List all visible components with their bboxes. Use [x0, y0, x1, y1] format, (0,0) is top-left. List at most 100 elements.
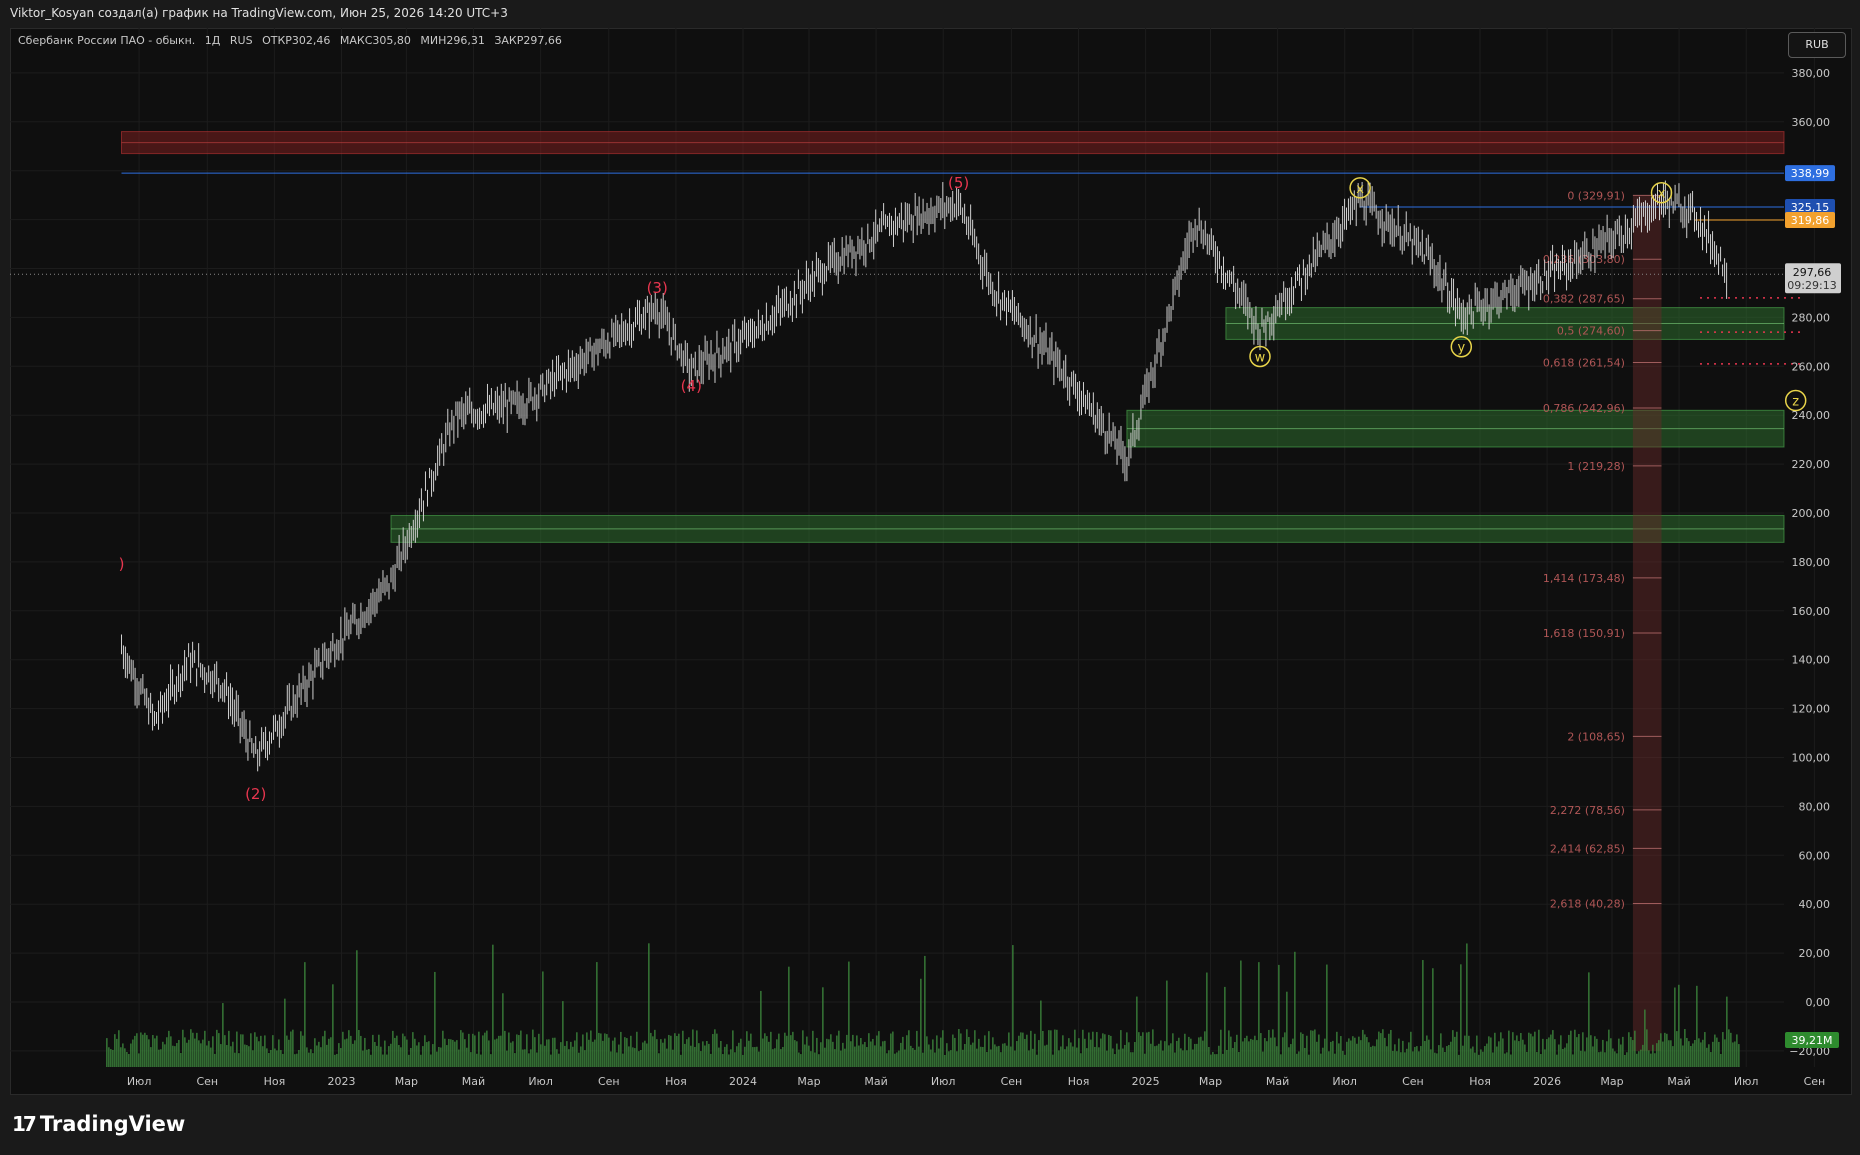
volume-bar	[266, 1048, 268, 1067]
volume-bar	[858, 1045, 860, 1067]
volume-bar	[1088, 1032, 1090, 1067]
volume-bar	[1606, 1041, 1608, 1067]
volume-bar	[352, 1043, 354, 1067]
volume-bar	[1262, 1051, 1264, 1067]
volume-bar	[1684, 1029, 1686, 1067]
volume-bar	[850, 1041, 852, 1067]
volume-bar	[198, 1040, 200, 1067]
volume-bar	[1080, 1053, 1082, 1067]
y-axis-label: 120,00	[1792, 703, 1831, 716]
volume-bar	[1090, 1039, 1092, 1067]
symbol-interval[interactable]: 1Д	[205, 34, 221, 47]
volume-bar	[1386, 1046, 1388, 1067]
volume-bar	[1482, 1051, 1484, 1067]
volume-bar	[1240, 960, 1242, 1067]
volume-bar	[1310, 1030, 1312, 1067]
volume-bar	[120, 1047, 122, 1067]
tradingview-logo-text: TradingView	[39, 1112, 186, 1136]
volume-bar	[920, 978, 922, 1067]
volume-bar	[1318, 1034, 1320, 1067]
volume-bar	[1278, 964, 1280, 1067]
fib-level-label: 1,618 (150,91)	[1543, 627, 1625, 640]
volume-bar	[1274, 1037, 1276, 1067]
fib-level-label: 2 (108,65)	[1567, 730, 1625, 743]
volume-bar	[620, 1031, 622, 1067]
volume-bar	[364, 1037, 366, 1067]
volume-bar	[1016, 1041, 1018, 1067]
currency-button[interactable]: RUB	[1788, 32, 1846, 58]
volume-bar	[308, 1052, 310, 1067]
volume-bar	[1338, 1043, 1340, 1067]
volume-bar	[934, 1052, 936, 1067]
volume-bar	[1032, 1048, 1034, 1067]
volume-bar	[1074, 1029, 1076, 1067]
volume-bar	[1296, 1053, 1298, 1067]
volume-bar	[664, 1038, 666, 1067]
volume-bar	[834, 1049, 836, 1067]
volume-bar	[202, 1039, 204, 1067]
volume-bar	[108, 1047, 110, 1067]
volume-bar	[1028, 1050, 1030, 1067]
y-axis-label: 240,00	[1792, 409, 1831, 422]
volume-bar	[1242, 1041, 1244, 1067]
volume-bar	[344, 1039, 346, 1067]
volume-bar	[192, 1032, 194, 1067]
countdown-label: 09:29:13	[1787, 279, 1836, 292]
volume-bar	[946, 1043, 948, 1067]
volume-bar	[1660, 1033, 1662, 1067]
volume-bar	[306, 1047, 308, 1067]
volume-bar	[484, 1032, 486, 1067]
volume-bar	[1246, 1035, 1248, 1067]
volume-bar	[770, 1031, 772, 1067]
volume-bar	[1640, 1049, 1642, 1067]
volume-bar	[394, 1037, 396, 1067]
volume-bar	[630, 1035, 632, 1067]
volume-bar	[818, 1054, 820, 1067]
y-axis-label: 80,00	[1799, 800, 1831, 813]
volume-bar	[238, 1053, 240, 1067]
volume-bar	[1456, 1031, 1458, 1067]
volume-bar	[134, 1035, 136, 1067]
volume-bar	[1470, 1048, 1472, 1067]
volume-bar	[132, 1039, 134, 1067]
volume-bar	[452, 1039, 454, 1067]
volume-bar	[1030, 1030, 1032, 1067]
ohlc-low: МИН296,31	[420, 34, 485, 47]
volume-bar	[838, 1030, 840, 1067]
volume-bar	[750, 1033, 752, 1067]
volume-bar	[196, 1032, 198, 1067]
volume-bar	[1376, 1039, 1378, 1067]
volume-bar	[114, 1034, 116, 1067]
wave-label: (3)	[647, 279, 668, 297]
volume-bar	[984, 1035, 986, 1067]
volume-bar	[1732, 1042, 1734, 1067]
volume-bar	[1078, 1038, 1080, 1067]
volume-bar	[736, 1046, 738, 1067]
volume-bar	[406, 1039, 408, 1067]
volume-bar	[152, 1035, 154, 1067]
symbol-name[interactable]: Сбербанк России ПАО - обыкн.	[18, 34, 195, 47]
volume-bar	[1280, 1054, 1282, 1067]
volume-bar	[1638, 1051, 1640, 1067]
volume-bar	[1624, 1054, 1626, 1067]
volume-bar	[1010, 1046, 1012, 1067]
volume-bar	[530, 1049, 532, 1067]
tradingview-logo[interactable]: 𝟭𝟳 TradingView	[12, 1112, 185, 1136]
volume-bar	[1052, 1054, 1054, 1067]
volume-bar	[632, 1047, 634, 1067]
volume-bar	[390, 1043, 392, 1067]
volume-bar	[182, 1029, 184, 1067]
volume-bar	[1420, 1046, 1422, 1067]
volume-bar	[888, 1050, 890, 1067]
volume-bar	[1532, 1036, 1534, 1067]
volume-bar	[590, 1030, 592, 1067]
volume-bar	[764, 1033, 766, 1067]
fib-level-label: 0 (329,91)	[1567, 189, 1625, 202]
volume-bar	[1440, 1033, 1442, 1067]
volume-bar	[296, 1053, 298, 1067]
volume-bar	[1018, 1035, 1020, 1067]
volume-bar	[1188, 1036, 1190, 1067]
x-axis-label: Сен	[1804, 1075, 1826, 1088]
volume-bar	[1096, 1032, 1098, 1067]
volume-bar	[1414, 1046, 1416, 1067]
